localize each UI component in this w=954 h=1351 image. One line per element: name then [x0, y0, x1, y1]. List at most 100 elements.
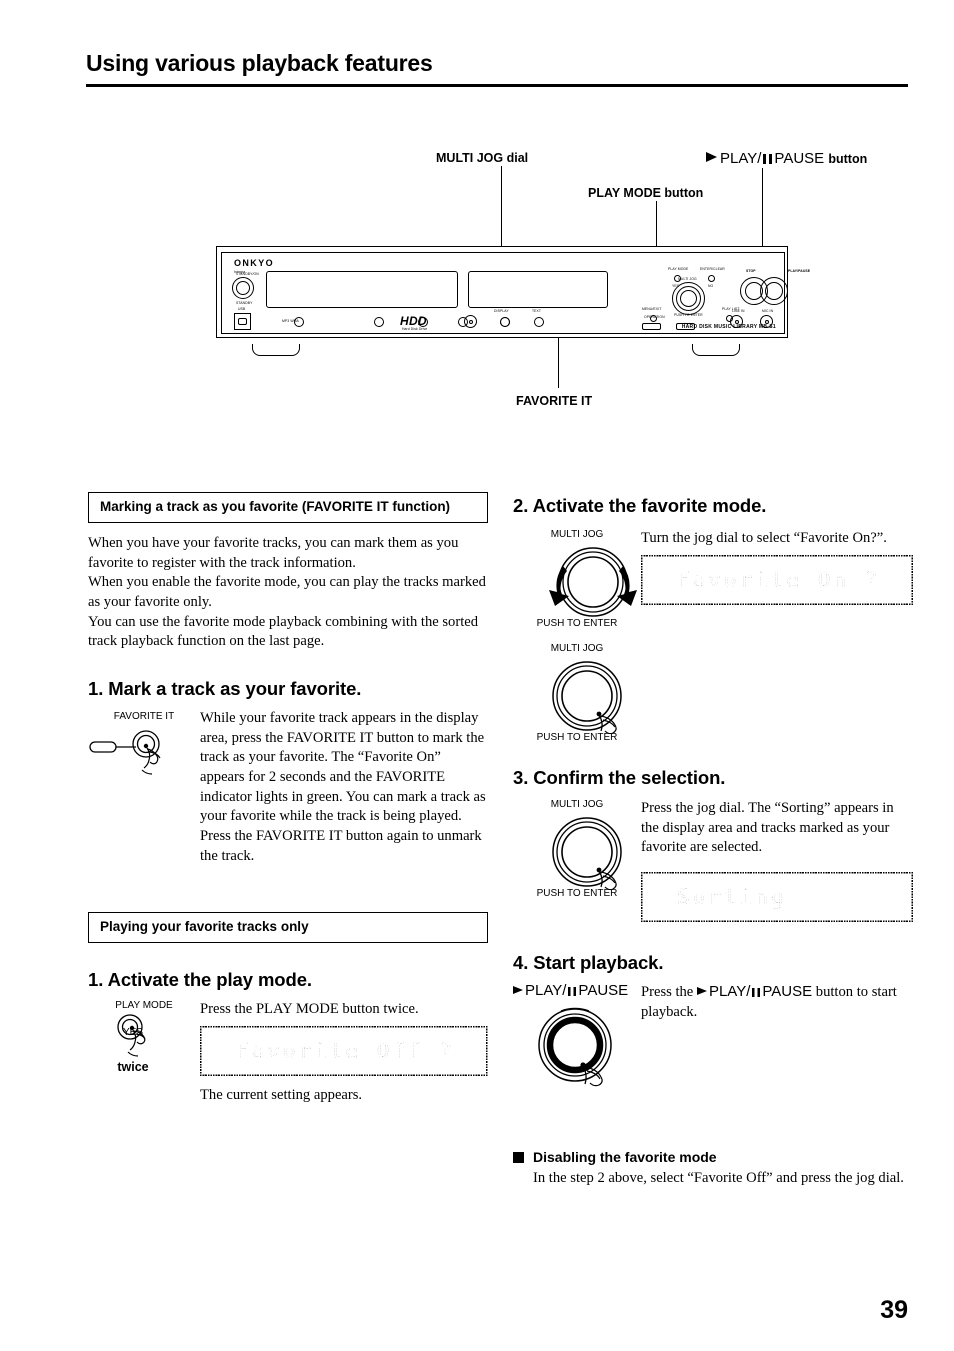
play-pause-press-illustration — [538, 1007, 612, 1087]
line-in-label: LINE IN — [732, 309, 745, 313]
label-play-text: PLAY/ — [720, 150, 762, 167]
no-label: NO — [708, 284, 714, 288]
step2-left-note: The current setting appears. — [200, 1087, 363, 1103]
lcd-text-sorting: Sorting — [677, 882, 787, 912]
device-chassis: ONKYO Integra STANDBY/ON STANDBY USB MP3… — [216, 246, 810, 338]
jog-rotate-illustration — [549, 547, 637, 617]
multi-jog-push-art-2: MULTI JOG PUSH TO ENTER — [513, 799, 641, 922]
label-button-word: button — [828, 152, 868, 166]
step3-instruction: Press the jog dial. The “Sorting” appear… — [641, 800, 894, 856]
play-mode-press-illustration — [117, 1014, 146, 1057]
standby-power-knob[interactable] — [232, 277, 254, 299]
play-mode-art-caption: PLAY MODE — [115, 1000, 173, 1012]
play-label-3: PLAY/ — [708, 983, 751, 1001]
page-number: 39 — [880, 1296, 908, 1324]
rec-mode-button-2[interactable] — [458, 317, 468, 327]
step-heading-start-playback: 4. Start playback. — [513, 952, 664, 974]
device-foot-left — [252, 344, 300, 356]
multi-jog-caption-top-2: MULTI JOG — [550, 643, 604, 654]
brand-logo: ONKYO — [234, 258, 275, 268]
multi-jog-panel-label: MULTI JOG — [678, 277, 697, 281]
cd-dubbing-button[interactable] — [294, 317, 304, 327]
section1-paragraph-2: When you enable the favorite mode, you c… — [88, 574, 486, 610]
multi-jog-caption-top-3: MULTI JOG — [550, 799, 604, 810]
display-window-secondary — [468, 271, 608, 308]
left-column: Marking a track as you favorite (FAVORIT… — [88, 492, 488, 1106]
pause-bars-icon-3 — [752, 988, 761, 998]
stop-label: STOP — [746, 269, 756, 273]
text-button[interactable] — [534, 317, 544, 327]
lcd-text-favorite-off: Favorite Off ? — [236, 1036, 456, 1066]
display-window — [266, 271, 458, 308]
usb-label: USB — [238, 307, 246, 311]
play-pause-knob[interactable] — [760, 277, 788, 305]
section-heading-playing-favorites: Playing your favorite tracks only — [88, 912, 488, 944]
label-pause-text: PAUSE — [774, 150, 825, 167]
enter-clear-panel-button[interactable] — [708, 275, 715, 282]
standby-on-label: STANDBY/ON — [236, 272, 259, 276]
mic-in-label: MIC IN — [762, 309, 774, 313]
play-pause-knob-art: PLAY/PAUSE — [513, 982, 641, 1091]
lcd-text-favorite-on: Favorite On ? — [677, 565, 881, 594]
hdd-sublabel: Hard Disk Drive — [402, 327, 428, 331]
lcd-display-favorite-on: Favorite On ? — [641, 554, 913, 605]
page-title: Using various playback features — [86, 50, 433, 76]
step-heading-mark-track: 1. Mark a track as your favorite. — [88, 677, 362, 699]
display-button-label: DISPLAY — [494, 309, 509, 313]
note-body-disabling: In the step 2 above, select “Favorite Of… — [533, 1170, 904, 1187]
prev-button[interactable] — [642, 323, 661, 330]
step2-right-instruction: Turn the jog dial to select “Favorite On… — [641, 530, 887, 546]
favorite-it-art-caption: FAVORITE IT — [113, 710, 175, 722]
section1-paragraph-3: You can use the favorite mode playback c… — [88, 613, 479, 650]
multi-jog-dial-panel[interactable] — [672, 282, 705, 315]
play-triangle-icon-3 — [696, 987, 707, 996]
jog-push-illustration-2 — [552, 817, 622, 890]
lcd-display-favorite-off: Favorite Off ? — [200, 1026, 488, 1076]
lcd-display-sorting: Sorting — [641, 872, 913, 923]
favorite-it-button[interactable] — [374, 317, 384, 327]
square-bullet-icon — [513, 1151, 524, 1163]
multi-jog-turn-art: MULTI JOG PUSH TO ENTER — [513, 529, 641, 629]
leader-line-multi-jog — [501, 166, 502, 254]
operation-label: OPERATION — [644, 315, 665, 319]
play-triangle-icon — [706, 152, 717, 162]
step-heading-activate-favorite-mode: 2. Activate the favorite mode. — [513, 495, 767, 516]
section1-paragraph-1: When you have your favorite tracks, you … — [88, 534, 459, 571]
menu-exit-label: MENU/EXIT — [642, 307, 662, 311]
jog-push-illustration-1 — [552, 661, 622, 734]
play-mode-button-art: PLAY MODE YES twice — [88, 1000, 200, 1105]
external-input-button[interactable] — [500, 317, 510, 327]
device-front-panel: ONKYO Integra STANDBY/ON STANDBY USB MP3… — [221, 252, 810, 334]
step2-left-instruction: Press the PLAY MODE button twice. — [200, 1001, 419, 1018]
step4-instruction-pre: Press the — [641, 984, 694, 1001]
label-play-mode-button: PLAY MODE button — [588, 186, 704, 200]
favorite-it-button-art: FAVORITE IT — [88, 709, 200, 867]
standby-label: STANDBY — [236, 301, 253, 305]
rec-mode-button[interactable] — [418, 317, 428, 327]
multi-jog-caption-top-1: MULTI JOG — [550, 529, 604, 540]
favorite-it-press-illustration — [89, 730, 161, 775]
usb-port[interactable] — [234, 313, 251, 330]
pause-label-3: PAUSE — [762, 983, 813, 1001]
right-column: 2. Activate the favorite mode. MULTI JOG… — [513, 495, 913, 1187]
pause-label-2: PAUSE — [578, 982, 629, 1000]
note-heading-text: Disabling the favorite mode — [533, 1149, 717, 1166]
play-pause-art-caption: PLAY/PAUSE — [513, 982, 641, 999]
pause-bars-icon — [763, 154, 773, 164]
step1-instruction: While your favorite track appears in the… — [200, 709, 486, 864]
pause-bars-icon-2 — [568, 987, 577, 997]
note-heading-disabling: Disabling the favorite mode — [513, 1149, 913, 1165]
enter-clear-label: ENTER/CLEAR — [700, 267, 725, 271]
device-foot-right — [692, 344, 740, 356]
play-pause-knob-label: PLAY/PAUSE — [788, 269, 811, 273]
text-button-label: TEXT — [532, 309, 542, 313]
model-name: HARD DISK MUSIC LIBRARY MB-S1 — [681, 324, 776, 330]
step-heading-confirm-selection: 3. Confirm the selection. — [513, 767, 726, 788]
section-heading-favorite-it: Marking a track as you favorite (FAVORIT… — [88, 492, 488, 523]
play-mode-label: PLAY MODE — [668, 267, 689, 271]
device-illustration: ONKYO Integra STANDBY/ON STANDBY USB MP3… — [216, 246, 810, 356]
label-play-pause-button: PLAY/PAUSE button — [706, 150, 867, 167]
label-favorite-it: FAVORITE IT — [516, 394, 593, 408]
label-multi-jog-dial: MULTI JOG dial — [436, 151, 529, 165]
multi-jog-push-art-1: MULTI JOG PUSH TO ENTER — [513, 643, 641, 743]
